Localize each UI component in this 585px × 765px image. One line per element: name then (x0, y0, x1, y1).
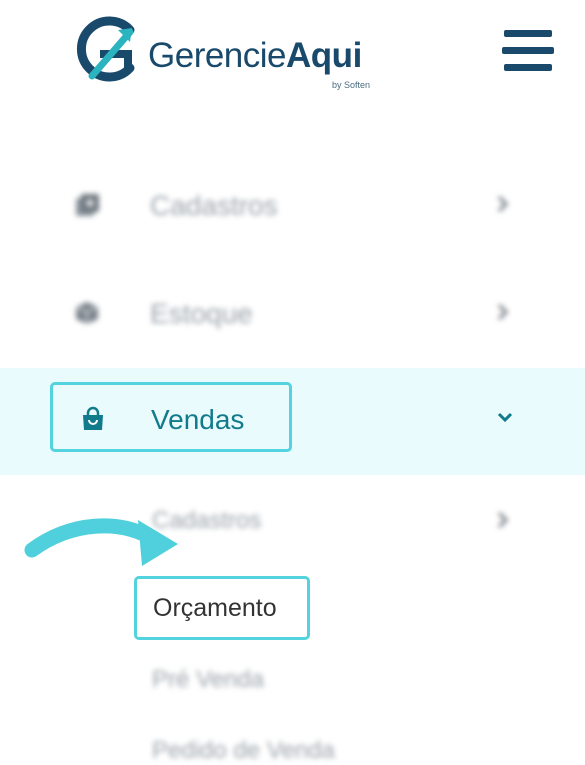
brand-logo[interactable]: GerencieAqui by Soften (70, 10, 400, 90)
chevron-right-icon (497, 303, 509, 321)
brand-tagline: by Soften (332, 80, 371, 90)
submenu-item-label: Orçamento (153, 594, 277, 622)
logo-mark-icon (77, 16, 135, 82)
submenu-item-orcamento[interactable]: Orçamento (134, 576, 310, 640)
menu-item-vendas[interactable]: Vendas (0, 368, 585, 475)
files-icon (76, 194, 99, 216)
menu-item-label: Estoque (150, 298, 253, 329)
box-icon (75, 302, 99, 324)
hamburger-line (504, 64, 552, 71)
hamburger-line (502, 47, 554, 54)
brand-name: GerencieAqui (148, 36, 362, 76)
menu-item-cadastros[interactable]: Cadastros (0, 170, 585, 240)
chevron-right-icon (497, 511, 509, 529)
menu-item-label: Cadastros (150, 190, 278, 221)
menu-item-label: Vendas (151, 404, 245, 435)
menu-item-estoque[interactable]: Estoque (0, 278, 585, 348)
submenu-item-pedido-de-venda[interactable]: Pedido de Venda (152, 737, 335, 765)
shopping-bag-icon (83, 406, 103, 430)
submenu-item-pre-venda[interactable]: Pré Venda (152, 666, 264, 694)
hamburger-line (504, 30, 552, 37)
chevron-right-icon (497, 195, 509, 213)
app-page: GerencieAqui by Soften Cadastros Estoque (0, 0, 585, 765)
brand-name-regular: Gerencie (148, 36, 287, 75)
chevron-down-icon (497, 412, 513, 423)
brand-name-bold: Aqui (286, 36, 362, 75)
curved-arrow-icon (24, 518, 178, 566)
hamburger-icon[interactable] (502, 28, 554, 74)
